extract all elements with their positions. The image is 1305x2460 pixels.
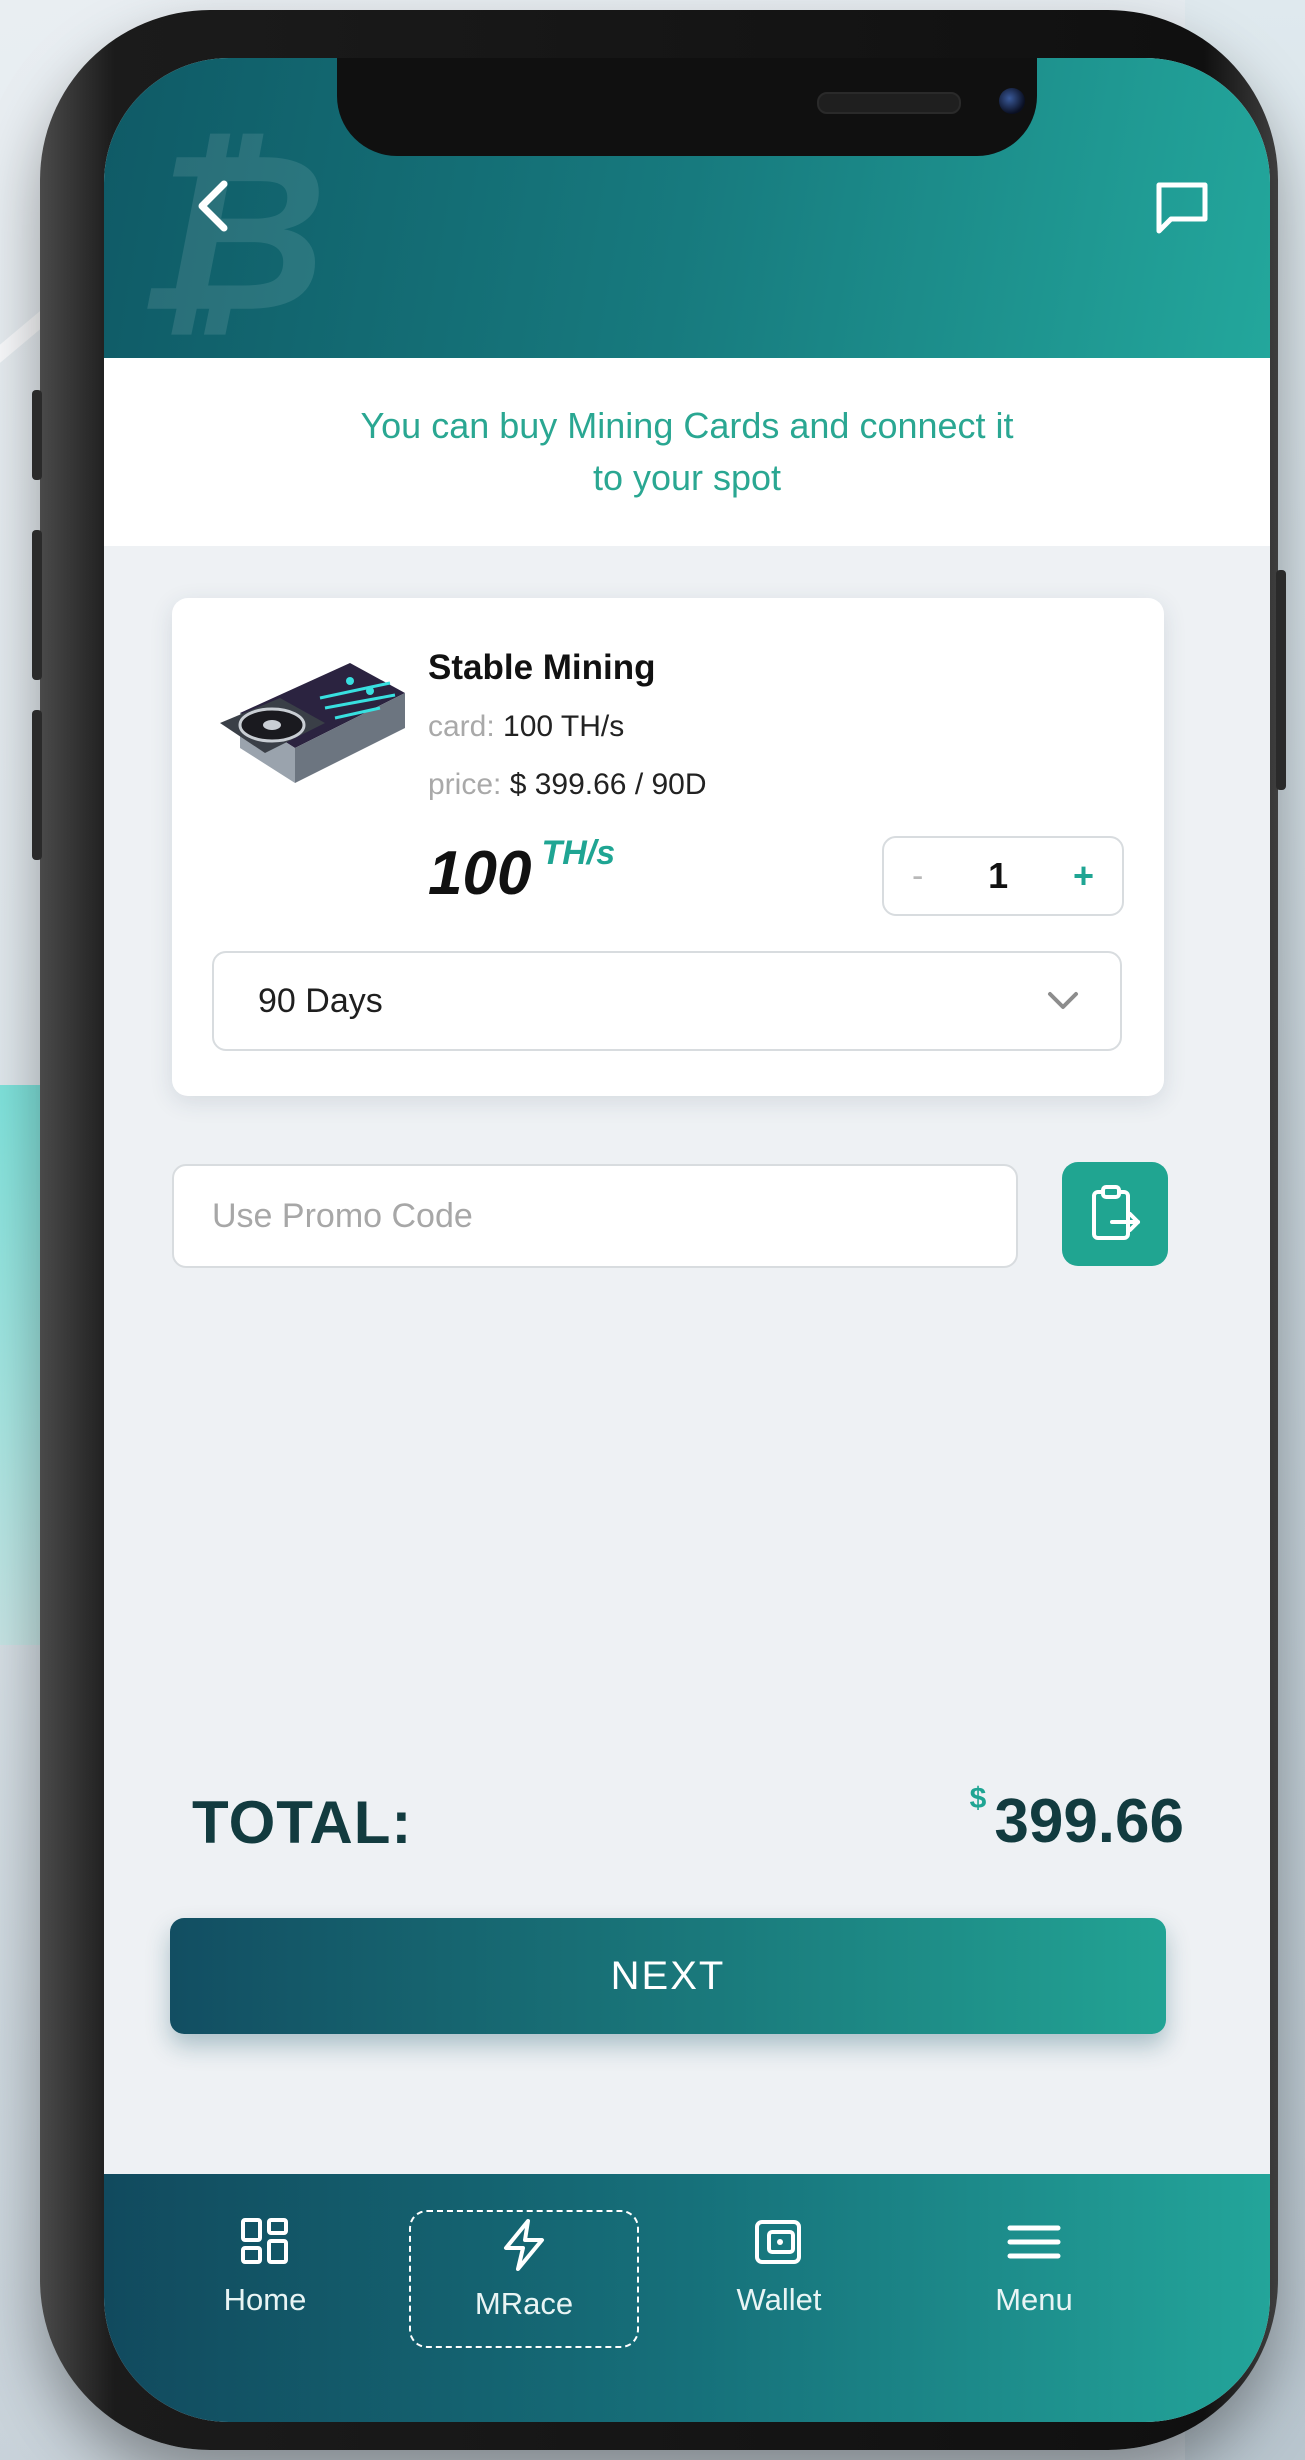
price-value: $ 399.66 / 90D bbox=[509, 768, 707, 801]
card-spec-value: 100 TH/s bbox=[503, 710, 625, 743]
hashrate-unit: TH/s bbox=[541, 834, 616, 872]
total-currency: $ bbox=[969, 1782, 987, 1815]
chat-bubble-icon bbox=[1156, 182, 1208, 234]
total-amount: $399.66 bbox=[970, 1782, 1184, 1857]
banner-text-line-2: to your spot bbox=[592, 457, 782, 498]
price-label: price: bbox=[428, 768, 502, 801]
nav-item-mrace[interactable]: MRace bbox=[409, 2210, 639, 2348]
product-card-spec: card: 100 TH/s bbox=[428, 710, 624, 744]
total-label: TOTAL: bbox=[192, 1789, 413, 1856]
quantity-value: 1 bbox=[988, 855, 1009, 896]
hashrate-value: 100 bbox=[428, 839, 532, 908]
next-button[interactable]: NEXT bbox=[170, 1918, 1166, 2034]
lightning-icon bbox=[504, 2219, 544, 2271]
chevron-left-icon bbox=[198, 180, 228, 232]
quantity-stepper: - 1 + bbox=[882, 836, 1124, 916]
hashrate-display: 100 TH/s bbox=[428, 834, 615, 909]
paste-promo-button[interactable] bbox=[1062, 1162, 1168, 1266]
increment-button[interactable]: + bbox=[1073, 855, 1094, 897]
info-banner: You can buy Mining Cards and connect it … bbox=[104, 358, 1270, 546]
grid-icon bbox=[241, 2218, 288, 2264]
front-camera bbox=[999, 88, 1025, 114]
phone-power-button bbox=[1276, 570, 1286, 790]
nav-label-wallet: Wallet bbox=[736, 2282, 822, 2317]
chat-button[interactable] bbox=[1150, 176, 1214, 240]
nav-label-menu: Menu bbox=[995, 2282, 1073, 2317]
chevron-down-icon bbox=[1048, 992, 1078, 1009]
bottom-navigation: Home MRace Wallet Menu bbox=[104, 2174, 1270, 2422]
nav-item-menu[interactable]: Menu bbox=[919, 2216, 1149, 2346]
clipboard-paste-icon bbox=[1092, 1185, 1140, 1240]
product-title: Stable Mining bbox=[428, 648, 656, 687]
phone-volume-down-button bbox=[32, 710, 42, 860]
phone-notch bbox=[337, 58, 1037, 156]
back-button[interactable] bbox=[184, 176, 244, 236]
promo-code-input[interactable] bbox=[172, 1164, 1018, 1268]
duration-selected-value: 90 Days bbox=[258, 981, 383, 1020]
hamburger-menu-icon bbox=[1007, 2225, 1061, 2259]
nav-label-home: Home bbox=[223, 2282, 307, 2317]
nav-item-home[interactable]: Home bbox=[150, 2216, 380, 2346]
nav-label-mrace: MRace bbox=[474, 2286, 574, 2321]
wallet-icon bbox=[755, 2220, 801, 2264]
phone-screen: ₿ You can buy Mining Cards and connect i… bbox=[104, 58, 1270, 2422]
decrement-button[interactable]: - bbox=[912, 857, 923, 896]
speaker-grille bbox=[817, 92, 961, 114]
total-value: 399.66 bbox=[994, 1787, 1184, 1856]
duration-select[interactable]: 90 Days bbox=[212, 951, 1122, 1051]
card-spec-label: card: bbox=[428, 710, 495, 743]
phone-frame: ₿ You can buy Mining Cards and connect i… bbox=[32, 10, 1286, 2450]
nav-item-wallet[interactable]: Wallet bbox=[664, 2216, 894, 2346]
mining-card-image bbox=[220, 663, 405, 783]
phone-side-button bbox=[32, 390, 42, 480]
mining-card: Stable Mining card: 100 TH/s price: $ 39… bbox=[172, 598, 1164, 1096]
banner-text-line-1: You can buy Mining Cards and connect it bbox=[360, 405, 1014, 446]
phone-volume-up-button bbox=[32, 530, 42, 680]
product-price: price: $ 399.66 / 90D bbox=[428, 768, 707, 802]
